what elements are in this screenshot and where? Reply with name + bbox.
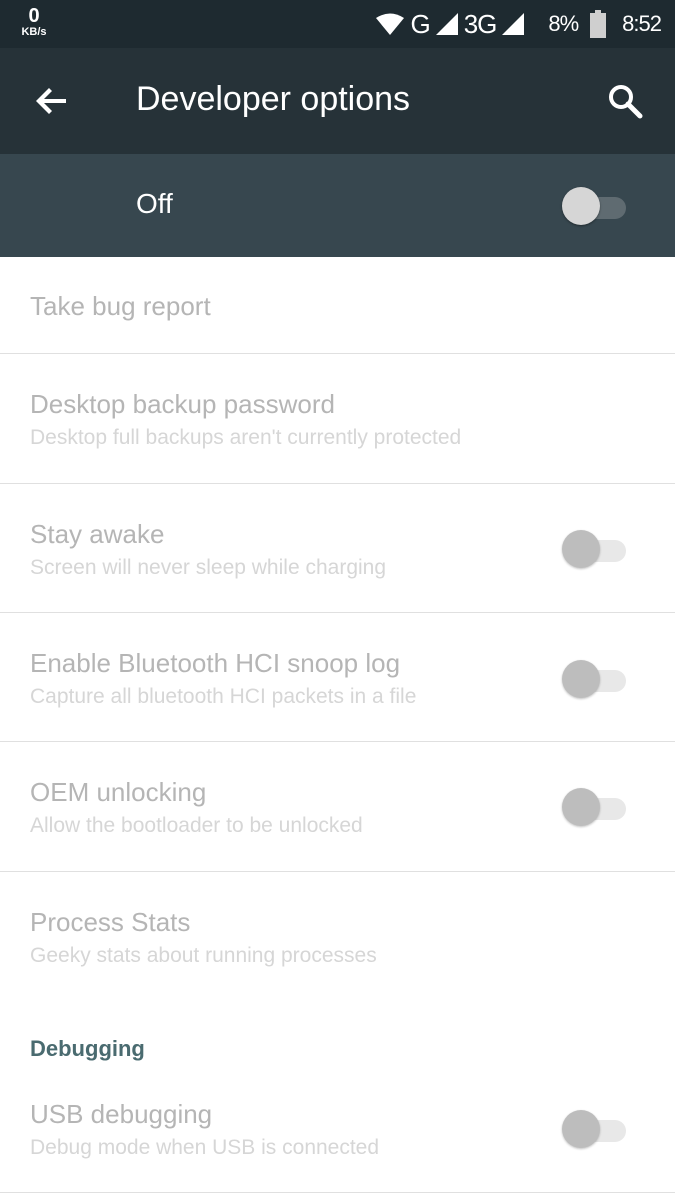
section-header-debugging: Debugging [30,1036,145,1061]
master-switch-bar[interactable]: Off [0,154,675,257]
search-icon[interactable] [600,76,650,126]
toggle-thumb [562,660,600,698]
bluetooth-hci-snoop-toggle[interactable] [562,658,626,698]
toggle-thumb [562,187,600,225]
master-toggle[interactable] [562,185,626,225]
stay-awake-toggle[interactable] [562,528,626,568]
back-arrow-icon[interactable] [28,77,76,125]
status-bar: 0 KB/s G 3G 8% 8:52 [0,0,675,48]
item-title: USB debugging [30,1099,213,1129]
item-subtitle: Capture all bluetooth HCI packets in a f… [30,685,417,708]
clock: 8:52 [622,11,662,36]
list-item-stay-awake[interactable]: Stay awake Screen will never sleep while… [0,484,675,612]
toggle-thumb [562,1110,600,1148]
item-subtitle: Debug mode when USB is connected [30,1136,380,1159]
status-icons: G 3G 8% 8:52 [376,0,662,48]
list-item-bluetooth-hci-snoop-log[interactable]: Enable Bluetooth HCI snoop log Capture a… [0,613,675,741]
item-subtitle: Allow the bootloader to be unlocked [30,814,363,837]
signal-icon [502,13,525,35]
item-subtitle: Screen will never sleep while charging [30,556,387,579]
usb-debugging-toggle[interactable] [562,1108,626,1148]
master-switch-label: Off [136,188,173,219]
toggle-thumb [562,788,600,826]
page-title: Developer options [136,80,411,118]
oem-unlocking-toggle[interactable] [562,786,626,826]
list-item-process-stats[interactable]: Process Stats Geeky stats about running … [0,872,675,1000]
list-item-desktop-backup-password[interactable]: Desktop backup password Desktop full bac… [0,354,675,483]
wifi-icon [376,13,405,35]
item-subtitle: Geeky stats about running processes [30,944,377,967]
item-title: Desktop backup password [30,389,335,419]
item-title: Enable Bluetooth HCI snoop log [30,648,401,678]
network-speed-value: 0 [28,5,40,27]
item-title: Take bug report [30,291,211,321]
item-subtitle: Desktop full backups aren't currently pr… [30,426,462,449]
list-item-take-bug-report[interactable]: Take bug report [0,257,675,353]
network-speed-unit: KB/s [21,26,47,38]
item-title: OEM unlocking [30,777,207,807]
divider [0,1192,675,1193]
item-title: Process Stats [30,907,191,937]
toggle-thumb [562,530,600,568]
list-item-oem-unlocking[interactable]: OEM unlocking Allow the bootloader to be… [0,742,675,871]
list-item-usb-debugging[interactable]: USB debugging Debug mode when USB is con… [0,1066,675,1192]
item-title: Stay awake [30,519,165,549]
app-bar: Developer options [0,48,675,154]
battery-icon [590,10,607,38]
network-type-1: G [410,8,430,39]
network-type-2: 3G [463,8,498,39]
battery-percent: 8% [548,11,579,36]
signal-icon [435,13,458,35]
network-speed: 0 KB/s [14,6,54,38]
